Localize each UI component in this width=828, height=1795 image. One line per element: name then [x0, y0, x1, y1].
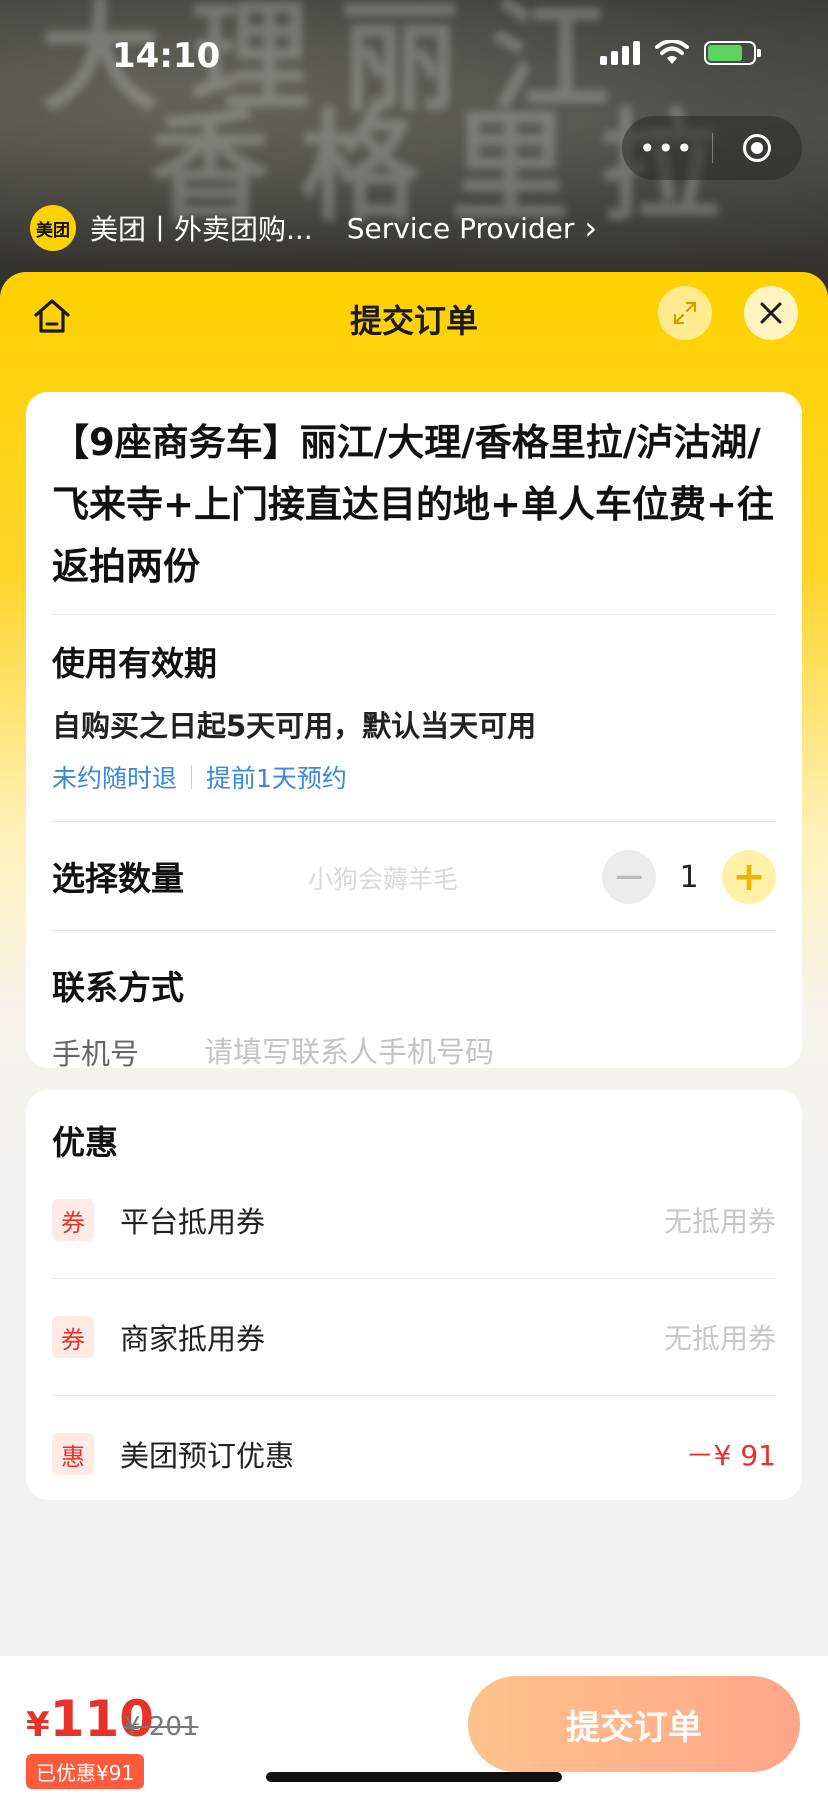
quantity-row: 选择数量 小狗会薅羊毛 − 1 + — [52, 822, 776, 930]
currency-symbol: ¥ — [26, 1705, 50, 1745]
watermark-text: 小狗会薅羊毛 — [308, 865, 459, 894]
validity-label: 使用有效期 — [52, 644, 217, 683]
status-time: 14:10 — [112, 36, 221, 76]
product-title: 【9座商务车】丽江/大理/香格里拉/泸沽湖/飞来寺+上门接直达目的地+单人车位费… — [52, 421, 775, 588]
order-sheet: 提交订单 【9座商务车】丽江/大理/香格里拉/泸沽湖/飞来寺+上门接直达目的地+… — [0, 272, 828, 1795]
promo-row-booking-discount: 惠 美团预订优惠 －¥ 91 — [52, 1396, 776, 1512]
phone-label: 手机号 — [52, 1037, 140, 1071]
mini-program-capsule: ••• — [622, 116, 802, 180]
signal-icon — [600, 41, 640, 65]
promo-name: 美团预订优惠 — [120, 1439, 295, 1473]
close-button[interactable] — [744, 286, 798, 340]
phone-row: 手机号 — [52, 1031, 776, 1073]
battery-icon — [704, 41, 761, 65]
service-provider-link[interactable]: Service Provider — [347, 212, 575, 245]
tag-divider — [191, 765, 193, 789]
quantity-label: 选择数量 — [52, 859, 184, 898]
status-bar: 14:10 — [0, 0, 828, 110]
tag-refund-anytime: 未约随时退 — [52, 764, 178, 793]
promo-row-merchant-coupon[interactable]: 券 商家抵用券 无抵用券 — [52, 1279, 776, 1395]
submit-order-button[interactable]: 提交订单 — [468, 1676, 800, 1772]
expand-button[interactable] — [658, 286, 712, 340]
coupon-badge: 券 — [52, 1316, 94, 1358]
target-icon — [743, 134, 772, 162]
contact-label: 联系方式 — [52, 968, 184, 1007]
saved-badge: 已优惠¥91 — [26, 1754, 145, 1789]
divider — [52, 930, 776, 931]
phone-input[interactable] — [204, 1035, 704, 1069]
refund-tags: 未约随时退 提前1天预约 — [52, 759, 776, 795]
increase-quantity-button[interactable]: + — [722, 850, 776, 904]
promo-value: 无抵用券 — [663, 1322, 776, 1355]
promo-name: 平台抵用券 — [120, 1205, 266, 1239]
promo-value: －¥ 91 — [685, 1439, 776, 1472]
more-icon[interactable]: ••• — [622, 132, 712, 165]
service-provider-row[interactable]: 美团 美团丨外卖团购... Service Provider › — [30, 205, 597, 251]
quantity-value: 1 — [679, 859, 699, 895]
promo-row-platform-coupon[interactable]: 券 平台抵用券 无抵用券 — [52, 1162, 776, 1278]
meituan-logo: 美团 — [30, 205, 76, 251]
original-price: ¥ 201 — [124, 1712, 199, 1742]
close-mini-program-button[interactable] — [713, 134, 803, 162]
tag-book-ahead: 提前1天预约 — [206, 764, 347, 793]
promotions-card: 优惠 券 平台抵用券 无抵用券 券 商家抵用券 无抵用券 惠 美团预订优惠 －¥… — [26, 1090, 802, 1500]
promotions-title: 优惠 — [52, 1123, 118, 1162]
promo-value: 无抵用券 — [663, 1205, 776, 1238]
coupon-badge: 券 — [52, 1199, 94, 1241]
status-icons — [600, 40, 761, 66]
quantity-stepper: − 1 + — [602, 850, 776, 904]
sheet-header: 提交订单 — [0, 272, 828, 358]
wifi-icon — [655, 40, 689, 64]
order-info-card: 【9座商务车】丽江/大理/香格里拉/泸沽湖/飞来寺+上门接直达目的地+单人车位费… — [26, 392, 802, 1071]
expand-icon — [673, 301, 697, 325]
provider-name: 美团丨外卖团购... — [90, 213, 313, 246]
home-indicator — [266, 1772, 562, 1782]
close-icon — [760, 302, 782, 324]
validity-text: 自购买之日起5天可用，默认当天可用 — [52, 709, 537, 743]
decrease-quantity-button[interactable]: − — [602, 850, 656, 904]
chevron-right-icon: › — [584, 209, 598, 247]
discount-badge: 惠 — [52, 1433, 94, 1475]
divider — [52, 614, 776, 615]
promo-name: 商家抵用券 — [120, 1322, 266, 1356]
